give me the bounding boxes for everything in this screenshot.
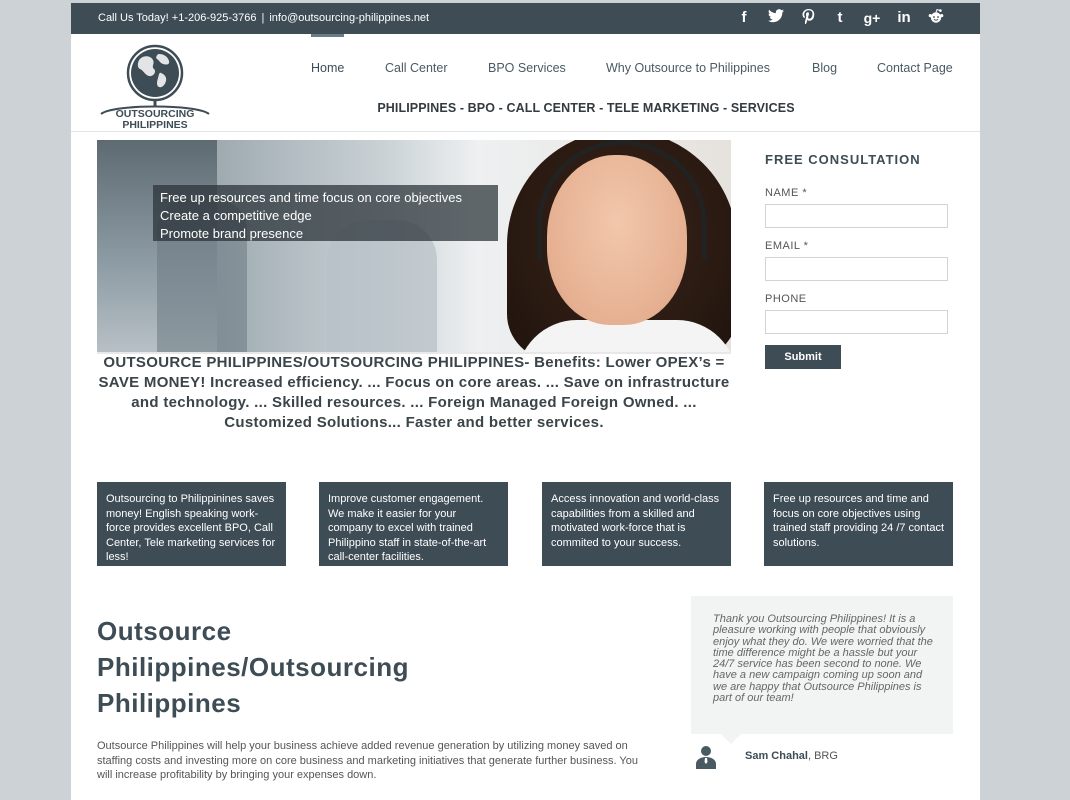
nav-active-indicator [311, 34, 344, 37]
consultation-title: FREE CONSULTATION [765, 152, 921, 167]
linkedin-icon[interactable]: in [888, 9, 920, 29]
phone-text[interactable]: Call Us Today! +1-206-925-3766 [98, 12, 256, 24]
contact-info: Call Us Today! +1-206-925-3766 | info@outs… [98, 12, 429, 24]
page: Call Us Today! +1-206-925-3766 | info@outs… [71, 3, 980, 800]
site-tagline: PHILIPPINES - BPO - CALL CENTER - TELE M… [377, 101, 795, 115]
user-avatar-icon [696, 746, 716, 769]
hero-caption-line: Promote brand presence [160, 226, 304, 241]
author-name: Sam Chahal [745, 750, 808, 762]
testimonial-text: Thank you Outsourcing Philippines! It is… [713, 613, 933, 705]
feature-box: Outsourcing to Philippinines saves money… [97, 482, 286, 566]
nav-why-outsource[interactable]: Why Outsource to Philippines [606, 61, 770, 75]
pinterest-icon[interactable] [792, 9, 824, 29]
nav-home[interactable]: Home [311, 61, 344, 75]
main-nav: Home Call Center BPO Services Why Outsou… [71, 34, 980, 94]
reddit-icon[interactable] [920, 9, 952, 29]
feature-box: Improve customer engagement. We make it … [319, 482, 508, 566]
nav-call-center[interactable]: Call Center [385, 61, 448, 75]
testimonial-quote: Thank you Outsourcing Philippines! It is… [691, 596, 953, 744]
name-field[interactable] [765, 204, 948, 228]
contact-separator: | [261, 12, 265, 24]
nav-bpo-services[interactable]: BPO Services [488, 61, 566, 75]
author-line: Sam Chahal, BRG [745, 750, 838, 762]
facebook-icon[interactable]: f [728, 9, 760, 29]
top-bar: Call Us Today! +1-206-925-3766 | info@outs… [71, 3, 980, 34]
hero-caption-line: Free up resources and time focus on core… [160, 190, 463, 205]
consultation-form: FREE CONSULTATION NAME * EMAIL * PHONE [765, 152, 965, 346]
googleplus-icon[interactable]: g+ [856, 9, 888, 29]
intro-paragraph: Outsource Philippines will help your bus… [97, 740, 638, 781]
hero-caption-line: Create a competitive edge [160, 208, 312, 223]
phone-field[interactable] [765, 310, 948, 334]
tumblr-icon[interactable]: t [824, 9, 856, 29]
phone-label: PHONE [765, 293, 807, 305]
benefits-text: OUTSOURCE PHILIPPINES/OUTSOURCING PHILIP… [98, 354, 730, 431]
email-link[interactable]: info@outsourcing-philippines.net [269, 12, 429, 24]
testimonial-tail [721, 734, 741, 744]
hero-image: Free up resources and time focus on core… [97, 140, 731, 352]
site-header: OUTSOURCING PHILIPPINES Home Call Center… [71, 34, 980, 132]
author-company: BRG [814, 750, 838, 762]
social-links: f t g+ in [728, 9, 952, 29]
feature-boxes: Outsourcing to Philippinines saves money… [97, 482, 954, 566]
nav-contact-page[interactable]: Contact Page [877, 61, 953, 75]
feature-box: Access innovation and world-class capabi… [542, 482, 731, 566]
testimonial-author: Sam Chahal, BRG [691, 745, 953, 769]
twitter-icon[interactable] [760, 9, 792, 29]
email-label: EMAIL * [765, 240, 809, 252]
email-field[interactable] [765, 257, 948, 281]
feature-box: Free up resources and time and focus on … [764, 482, 953, 566]
logo-line2: PHILIPPINES [122, 119, 187, 128]
submit-button[interactable]: Submit [765, 345, 841, 369]
page-title: Outsource Philippines/Outsourcing Philip… [97, 616, 409, 718]
name-label: NAME * [765, 187, 808, 199]
hero-caption: Free up resources and time focus on core… [153, 185, 498, 241]
nav-blog[interactable]: Blog [812, 61, 837, 75]
